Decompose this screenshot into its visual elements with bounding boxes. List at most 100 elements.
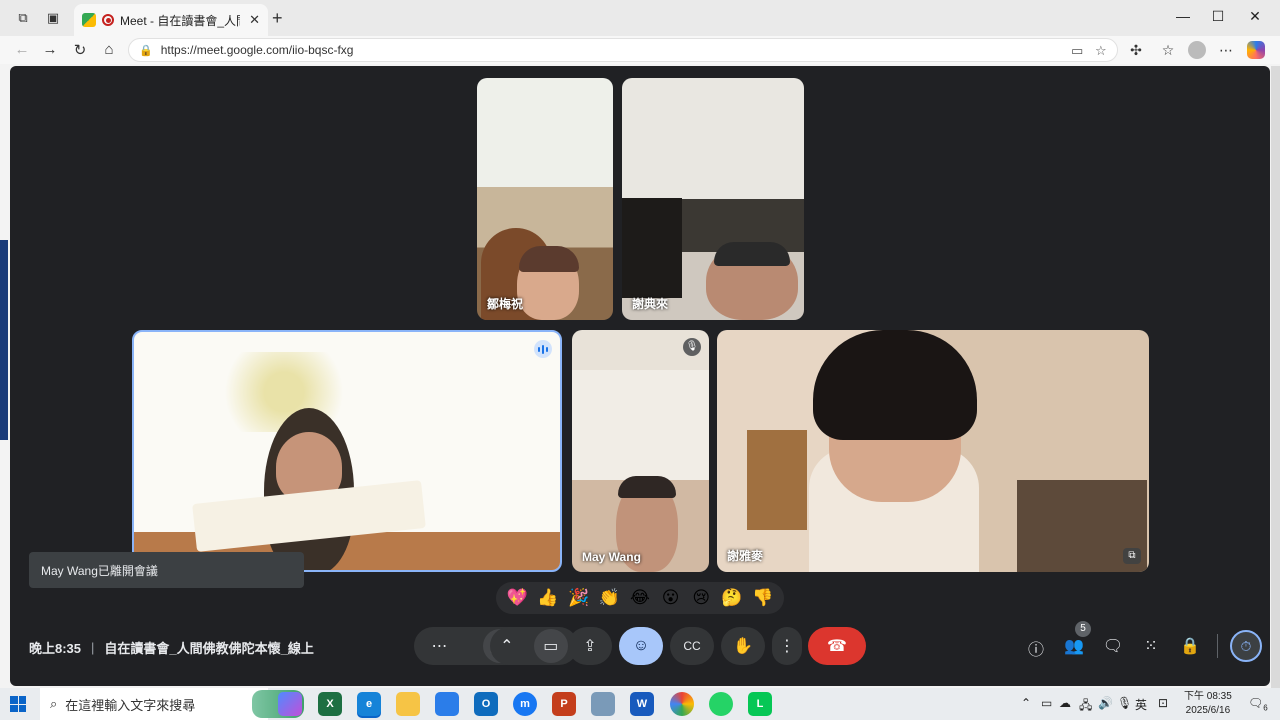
participant-tile[interactable]: 🎙 May Wang — [572, 330, 709, 572]
maximize-icon[interactable]: ☐ — [1203, 8, 1233, 25]
end-call-icon: ☎ — [827, 638, 847, 655]
participant-name: 謝典來 — [632, 297, 669, 311]
timer-icon[interactable]: ⏱ — [1230, 630, 1262, 662]
excel-icon[interactable]: X — [318, 692, 342, 716]
divider — [1217, 634, 1218, 658]
ime-mode-icon[interactable]: ⊡ — [1158, 696, 1168, 710]
word-icon[interactable]: W — [630, 692, 654, 716]
cloud-icon[interactable]: ☁ — [1059, 696, 1071, 710]
reaction-heart-icon[interactable]: 💖 — [504, 588, 530, 608]
chrome-icon[interactable] — [670, 692, 694, 716]
participant-name: 鄒梅祝 — [487, 297, 524, 311]
favorites-icon[interactable]: ☆ — [1158, 42, 1178, 59]
active-speaker-tile[interactable] — [132, 330, 562, 572]
favorite-star-icon[interactable]: ☆ — [1095, 43, 1107, 59]
reaction-sad-icon[interactable]: 😢 — [688, 588, 714, 608]
present-icon: ⇪ — [583, 638, 597, 655]
camera-icon[interactable]: ▭ — [533, 629, 568, 663]
more-options-button[interactable]: ⋮ — [772, 627, 802, 665]
participant-tile[interactable]: 鄒梅祝 — [477, 78, 613, 320]
back-icon[interactable]: ← — [12, 41, 32, 58]
meeting-info: 晚上8:35 | 自在讀書會_人間佛教佛陀本懷_線上 — [29, 638, 314, 657]
workspaces-icon[interactable]: ⧉ — [14, 9, 32, 27]
file-explorer-icon[interactable] — [396, 692, 420, 716]
outlook-icon[interactable]: O — [474, 692, 498, 716]
notification-toast: May Wang已離開會議 — [29, 552, 304, 588]
notification-center-icon[interactable]: 🗨6 — [1248, 696, 1268, 712]
browser-window: ⧉ ▣ Meet - 自在讀書會_人間佛教 ✕ + — ☐ ✕ ← → ↻ ⌂ … — [0, 0, 1280, 688]
background-window-edge-right — [1271, 66, 1280, 688]
audio-options-icon[interactable]: ⋯ — [432, 636, 448, 656]
more-menu-icon[interactable]: ⋯ — [1216, 42, 1236, 59]
reaction-laugh-icon[interactable]: 😂 — [627, 588, 653, 608]
chat-icon[interactable]: 🗨 — [1102, 636, 1124, 656]
camera-in-use-icon[interactable]: ▭ — [1071, 43, 1083, 59]
divider: | — [91, 640, 95, 655]
reaction-clap-icon[interactable]: 👏 — [596, 588, 622, 608]
app-icon[interactable] — [591, 692, 615, 716]
taskbar-search[interactable]: ⌕ 在這裡輸入文字來搜尋 — [40, 688, 304, 720]
line-icon[interactable]: L — [748, 692, 772, 716]
reload-icon[interactable]: ↻ — [70, 41, 90, 59]
tray-overflow-icon[interactable]: ⌃ — [1021, 696, 1031, 710]
tray-camera-icon[interactable]: ▭ — [1041, 696, 1052, 710]
reaction-surprised-icon[interactable]: 😮 — [658, 588, 684, 608]
whatsapp-icon[interactable] — [709, 692, 733, 716]
participant-tile[interactable]: 謝典來 — [622, 78, 804, 320]
search-placeholder: 在這裡輸入文字來搜尋 — [65, 697, 196, 713]
volume-icon[interactable]: 🔊 — [1098, 696, 1113, 710]
reactions-bar: 💖 👍 🎉 👏 😂 😮 😢 🤔 👎 — [496, 582, 784, 614]
people-icon[interactable]: 👥 — [1063, 636, 1085, 656]
forward-icon[interactable]: → — [40, 41, 60, 58]
lock-icon[interactable]: 🔒 — [139, 44, 153, 57]
hand-icon: ✋ — [733, 638, 753, 655]
ime-indicator[interactable]: 英 — [1135, 696, 1147, 713]
meet-favicon-icon — [82, 13, 96, 27]
background-window-edge — [0, 240, 8, 440]
reaction-thumbs-up-icon[interactable]: 👍 — [535, 588, 561, 608]
reaction-thinking-icon[interactable]: 🤔 — [719, 588, 745, 608]
url-field[interactable]: 🔒 https://meet.google.com/iio-bqsc-fxg ▭… — [128, 38, 1118, 62]
captions-button[interactable]: CC — [670, 627, 714, 665]
minimize-icon[interactable]: — — [1168, 8, 1198, 24]
participant-name: May Wang — [582, 550, 641, 564]
clock[interactable]: 下午 08:35 2025/6/16 — [1184, 690, 1232, 718]
close-tab-icon[interactable]: ✕ — [249, 12, 260, 28]
pip-icon[interactable]: ⧉ — [1123, 548, 1141, 564]
home-icon[interactable]: ⌂ — [99, 41, 119, 58]
edge-icon[interactable]: e — [357, 692, 381, 716]
leave-call-button[interactable]: ☎ — [808, 627, 866, 665]
copilot-icon[interactable] — [1247, 41, 1265, 59]
people-count-badge: 5 — [1075, 621, 1091, 637]
extensions-icon[interactable]: ✣ — [1126, 42, 1146, 59]
new-tab-icon[interactable]: + — [272, 8, 283, 29]
raise-hand-button[interactable]: ✋ — [721, 627, 765, 665]
clock-date: 2025/6/16 — [1185, 705, 1231, 716]
reaction-thumbs-down-icon[interactable]: 👎 — [750, 588, 776, 608]
powerpoint-icon[interactable]: P — [552, 692, 576, 716]
reaction-party-icon[interactable]: 🎉 — [566, 588, 592, 608]
messenger-icon[interactable]: m — [513, 692, 537, 716]
network-icon[interactable]: 🖧 — [1079, 696, 1092, 717]
video-options-icon[interactable]: ⌃ — [500, 636, 513, 656]
browser-tab[interactable]: Meet - 自在讀書會_人間佛教 ✕ — [74, 4, 268, 36]
reactions-button[interactable]: ☺ — [619, 627, 663, 665]
camera-group: ⌃ ▭ — [490, 627, 578, 665]
tab-title: Meet - 自在讀書會_人間佛教 — [120, 13, 240, 28]
tab-bar: ⧉ ▣ Meet - 自在讀書會_人間佛教 ✕ + — ☐ ✕ — [0, 0, 1280, 36]
copilot-app-icon[interactable] — [278, 692, 302, 716]
tab-actions-icon[interactable]: ▣ — [44, 9, 62, 27]
store-icon[interactable] — [435, 692, 459, 716]
present-screen-button[interactable]: ⇪ — [568, 627, 612, 665]
info-icon[interactable]: ⓘ — [1025, 636, 1047, 660]
participant-tile[interactable]: ⧉ 謝雅麥 — [717, 330, 1149, 572]
close-window-icon[interactable]: ✕ — [1240, 8, 1270, 25]
activities-icon[interactable]: ⁙ — [1140, 636, 1162, 656]
start-icon[interactable] — [10, 696, 26, 712]
host-controls-icon[interactable]: 🔒 — [1179, 636, 1201, 656]
emoji-icon: ☺ — [632, 637, 650, 654]
profile-avatar[interactable] — [1188, 41, 1206, 59]
meet-stage: 鄒梅祝 謝典來 🎙 May Wang ⧉ 謝雅麥 May Wang已離開會議 💖… — [10, 66, 1270, 686]
microphone-muted-icon: 🎙 — [683, 338, 701, 356]
mic-tray-icon[interactable]: 🎙 — [1117, 696, 1132, 710]
